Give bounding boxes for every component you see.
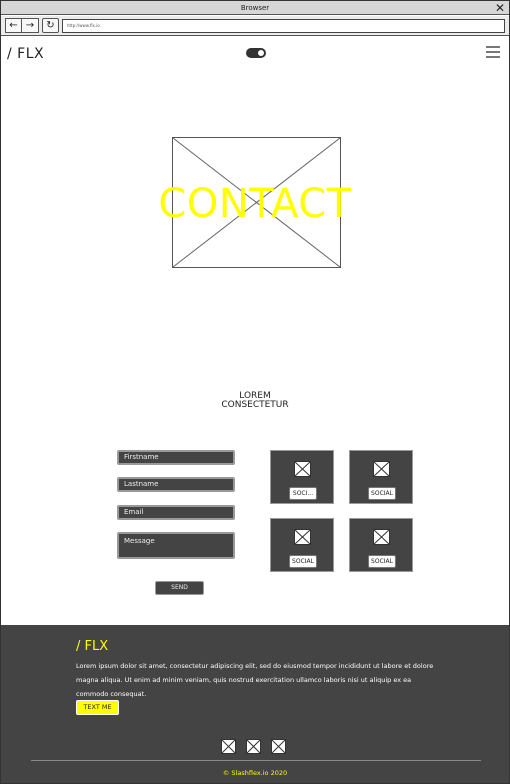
image-placeholder-icon <box>294 461 311 477</box>
reload-button[interactable]: ↻ <box>42 18 59 33</box>
close-icon[interactable]: ✕ <box>495 1 505 15</box>
send-button[interactable]: SEND <box>155 581 204 595</box>
email-field[interactable]: Email <box>117 505 235 520</box>
text-me-button[interactable]: TEXT ME <box>76 700 119 715</box>
subheading-line-2: CONSECTETUR <box>221 400 289 410</box>
social-icon[interactable] <box>221 739 236 754</box>
image-placeholder-icon <box>373 461 390 477</box>
site-footer: / FLX Lorem ipsum dolor sit amet, consec… <box>1 625 509 783</box>
site-logo[interactable]: / FLX <box>7 46 44 62</box>
social-icon[interactable] <box>271 739 286 754</box>
lastname-field[interactable]: Lastname <box>117 477 235 492</box>
window-titlebar: Browser ✕ <box>1 1 509 15</box>
social-button[interactable]: SOCIAL <box>368 487 396 500</box>
social-tile: SOCI... <box>270 450 334 504</box>
browser-toolbar: ← → ↻ http://www.flx.io <box>1 16 509 36</box>
address-bar[interactable]: http://www.flx.io <box>62 19 505 33</box>
social-tile: SOCIAL <box>270 518 334 572</box>
social-icon[interactable] <box>246 739 261 754</box>
page-title: CONTACT <box>158 181 352 227</box>
copyright: © Slashflex.io 2020 <box>222 769 288 777</box>
image-placeholder-icon <box>373 529 390 545</box>
hamburger-icon[interactable] <box>486 46 500 60</box>
social-button[interactable]: SOCIAL <box>289 555 317 568</box>
social-tile: SOCIAL <box>349 450 413 504</box>
social-button[interactable]: SOCI... <box>289 487 317 500</box>
footer-text: Lorem ipsum dolor sit amet, consectetur … <box>76 662 434 698</box>
firstname-field[interactable]: Firstname <box>117 450 235 465</box>
image-placeholder-icon <box>294 529 311 545</box>
message-field[interactable]: Message <box>117 532 235 559</box>
footer-logo[interactable]: / FLX <box>76 639 108 654</box>
footer-divider <box>31 760 481 761</box>
nav-buttons: ← → <box>5 18 39 33</box>
back-button[interactable]: ← <box>5 18 22 33</box>
social-button[interactable]: SOCIAL <box>368 555 396 568</box>
forward-button[interactable]: → <box>22 18 39 33</box>
social-tile: SOCIAL <box>349 518 413 572</box>
theme-toggle[interactable] <box>246 48 266 58</box>
footer-social-icons <box>221 739 286 754</box>
section-subheading: LOREM CONSECTETUR <box>180 392 330 410</box>
window-title: Browser <box>240 4 270 12</box>
